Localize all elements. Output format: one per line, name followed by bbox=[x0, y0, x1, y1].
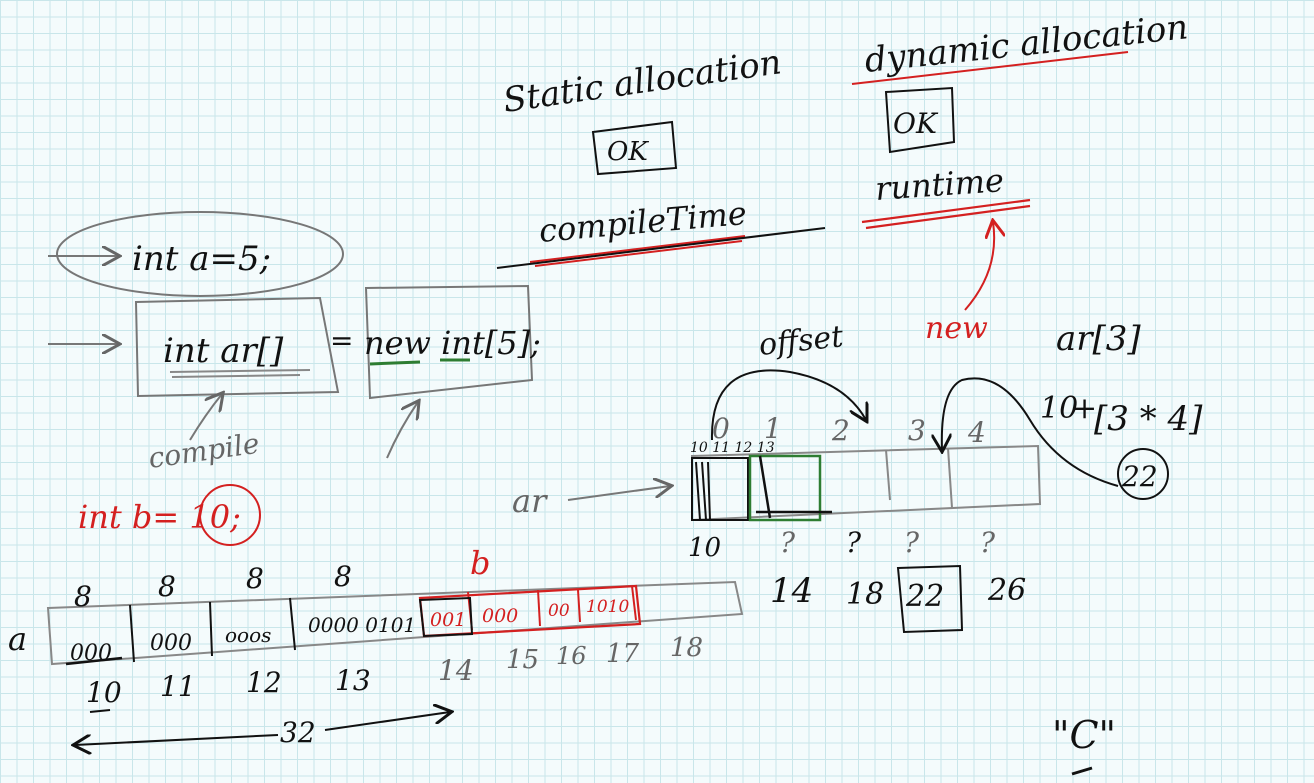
code-equals: = bbox=[330, 324, 353, 357]
array-dividers bbox=[885, 447, 953, 509]
array-address: 26 bbox=[987, 573, 1026, 608]
formula-result: 22 bbox=[1121, 460, 1158, 493]
offset-label: offset bbox=[757, 319, 846, 363]
static-allocation-group: Static allocation OK compileTime bbox=[496, 42, 826, 269]
array-unknown: ? bbox=[980, 526, 996, 559]
runtime-box-arrow bbox=[386, 402, 418, 459]
span-arrow-left bbox=[75, 734, 279, 745]
memory-cell: 000 bbox=[150, 631, 192, 656]
code-line-1: int a=5; bbox=[132, 239, 271, 279]
code-group: int a=5; int ar[] = new int[5]; compile … bbox=[48, 211, 541, 546]
array-index: 0 bbox=[712, 412, 730, 445]
dynamic-allocation-group: dynamic allocation OK runtime new bbox=[851, 7, 1190, 346]
code-line-2-right: new int[5]; bbox=[364, 324, 541, 362]
size-label: 8 bbox=[246, 562, 264, 595]
span-label: 32 bbox=[280, 716, 316, 749]
array-unknown: ? bbox=[846, 526, 862, 559]
array-byte-labels: 10 11 12 13 bbox=[690, 440, 775, 456]
array-element-0-hatching bbox=[695, 461, 711, 521]
c-underline bbox=[1071, 766, 1093, 776]
dynamic-allocation-title: dynamic allocation bbox=[863, 7, 1190, 81]
code-left-underline bbox=[169, 369, 311, 378]
memory-a-group: a 8 8 8 8 b 000 000 ooos 0000 0101 001 0… bbox=[8, 544, 744, 749]
code-line-2-left: int ar[] bbox=[163, 331, 284, 371]
array-index: 2 bbox=[831, 414, 850, 447]
memory-cell-red: 001 bbox=[430, 609, 466, 631]
new-to-runtime-arrow bbox=[964, 222, 994, 311]
address-label: 13 bbox=[335, 664, 371, 697]
size-label: 8 bbox=[158, 570, 176, 603]
address-label: 11 bbox=[160, 670, 196, 703]
address-label: 10 bbox=[86, 676, 122, 709]
static-allocation-title: Static allocation bbox=[501, 42, 784, 121]
memory-cell-red: 000 bbox=[482, 605, 518, 627]
address-label-grey: 18 bbox=[670, 633, 703, 663]
array-index: 3 bbox=[908, 414, 926, 447]
compile-note: compile bbox=[146, 427, 261, 475]
array-address: 18 bbox=[846, 577, 884, 612]
array-address: 10 bbox=[688, 533, 721, 563]
whiteboard-canvas: Static allocation OK compileTime dynamic… bbox=[8, 7, 1203, 776]
size-label: 8 bbox=[74, 580, 92, 613]
red-code-line: int b= 10; bbox=[78, 498, 241, 536]
address-label-grey: 15 bbox=[506, 645, 539, 675]
array-unknown: ? bbox=[904, 526, 920, 559]
size-label-red: b bbox=[470, 544, 490, 582]
array-unknown: ? bbox=[780, 526, 796, 559]
array-group: ar 10 11 12 13 0 1 2 3 4 offset ar[3] 10… bbox=[512, 319, 1203, 634]
ar-pointer-arrow bbox=[567, 486, 670, 501]
footer-group: "C" bbox=[1052, 713, 1116, 776]
address-label-grey: 16 bbox=[556, 642, 587, 670]
var-a-label: a bbox=[8, 620, 27, 658]
span-arrow-right bbox=[324, 712, 450, 731]
formula-expression: [3 * 4] bbox=[1094, 399, 1203, 439]
array-element-0-hatched bbox=[691, 457, 749, 521]
size-label: 8 bbox=[334, 560, 352, 593]
array-address: 14 bbox=[770, 571, 813, 611]
static-ok-label: OK bbox=[607, 137, 649, 167]
address-label-grey: 14 bbox=[438, 654, 474, 687]
memory-cell-red: 00 bbox=[548, 601, 570, 621]
array-address: 22 bbox=[905, 579, 944, 614]
address-label: 12 bbox=[246, 666, 282, 699]
ar-index-label: ar[3] bbox=[1056, 319, 1141, 359]
dynamic-ok-label: OK bbox=[893, 107, 939, 140]
array-index: 1 bbox=[764, 412, 782, 445]
array-index: 4 bbox=[967, 416, 986, 449]
address-label-grey: 17 bbox=[606, 639, 640, 669]
new-label-red: new bbox=[925, 311, 988, 346]
memory-cell-red: 1010 bbox=[586, 597, 629, 617]
c-language-label: "C" bbox=[1052, 713, 1116, 757]
memory-cell: ooos bbox=[225, 623, 271, 647]
var-ar-label: ar bbox=[512, 482, 548, 520]
address-underline bbox=[89, 709, 111, 713]
memory-cell: 0000 0101 bbox=[308, 613, 416, 637]
runtime-label: runtime bbox=[874, 161, 1005, 208]
